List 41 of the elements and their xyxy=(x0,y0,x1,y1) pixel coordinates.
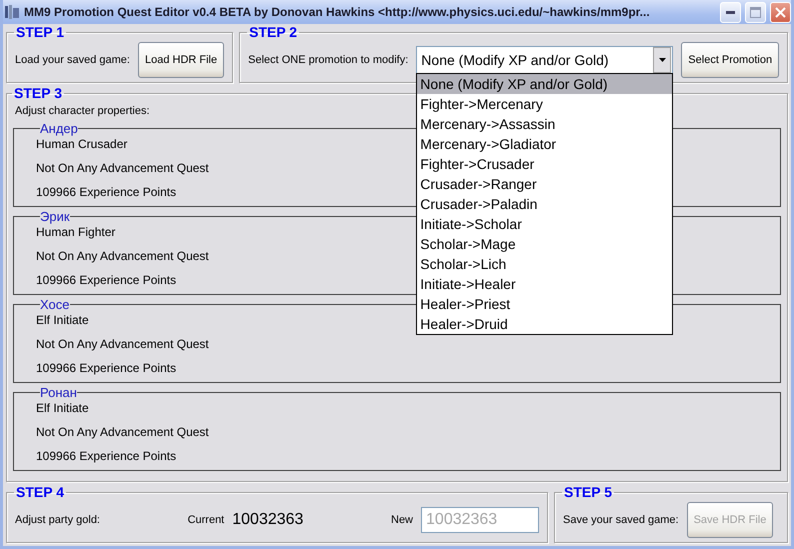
character-label: Adjust character properties: xyxy=(14,104,150,119)
close-icon xyxy=(775,6,786,18)
load-button[interactable]: Load HDR File xyxy=(138,42,224,78)
current-label: Current xyxy=(188,514,224,526)
close-button[interactable] xyxy=(770,2,791,22)
step-title: STEP 4 xyxy=(15,484,65,500)
step-title: STEP 2 xyxy=(248,24,298,40)
quest-status-text: Not On Any Advancement Quest xyxy=(36,160,209,176)
step-title: STEP 1 xyxy=(15,24,65,40)
current-funds-value: 10032363 xyxy=(232,511,304,529)
experience-text: 109966 Experience Points xyxy=(36,360,176,376)
dropdown-arrow-icon xyxy=(658,58,666,62)
quest-status-text: Not On Any Advancement Quest xyxy=(36,336,209,352)
save-label: Save your saved game: xyxy=(563,514,679,526)
dropdown-option[interactable]: None (Modify XP and/or Gold) xyxy=(417,74,672,94)
party-funds-label: Adjust party gold: xyxy=(15,514,100,526)
step-title: STEP 3 xyxy=(13,85,63,101)
race-class-text: Human Fighter xyxy=(36,224,116,240)
minimize-button[interactable] xyxy=(720,2,741,22)
character-name: Андер xyxy=(40,121,78,136)
step-title: STEP 5 xyxy=(563,484,613,500)
race-class-text: Human Crusader xyxy=(36,136,128,152)
minimize-icon xyxy=(726,10,735,14)
window-title: MM9 Promotion Quest Editor v0.4 BETA by Donovan Hawkins <http://www.physics.uci.edu/~hawkins/mm9pr... xyxy=(24,5,651,19)
character-name: Эрик xyxy=(40,209,70,224)
race-class-text: Elf Initiate xyxy=(36,312,89,328)
load-label: Load your saved game: xyxy=(15,54,130,66)
app-icon xyxy=(4,4,20,20)
maximize-icon xyxy=(750,6,761,18)
quest-status-text: Not On Any Advancement Quest xyxy=(36,424,209,440)
promotion-dropdown[interactable]: None (Modify XP and/or Gold) xyxy=(416,46,674,74)
experience-text: 109966 Experience Points xyxy=(36,184,176,200)
race-class-text: Elf Initiate xyxy=(36,400,89,416)
quest-status-text: Not On Any Advancement Quest xyxy=(36,248,209,264)
promotion-label: Select ONE promotion to modify: xyxy=(248,54,408,66)
character-name: Ронан xyxy=(40,385,77,400)
experience-text: 109966 Experience Points xyxy=(36,448,176,464)
experience-text: 109966 Experience Points xyxy=(36,272,176,288)
character-name: Хосе xyxy=(40,297,70,312)
select-promotion-button[interactable]: Select Promotion xyxy=(681,42,780,78)
new-label: New xyxy=(391,514,414,526)
